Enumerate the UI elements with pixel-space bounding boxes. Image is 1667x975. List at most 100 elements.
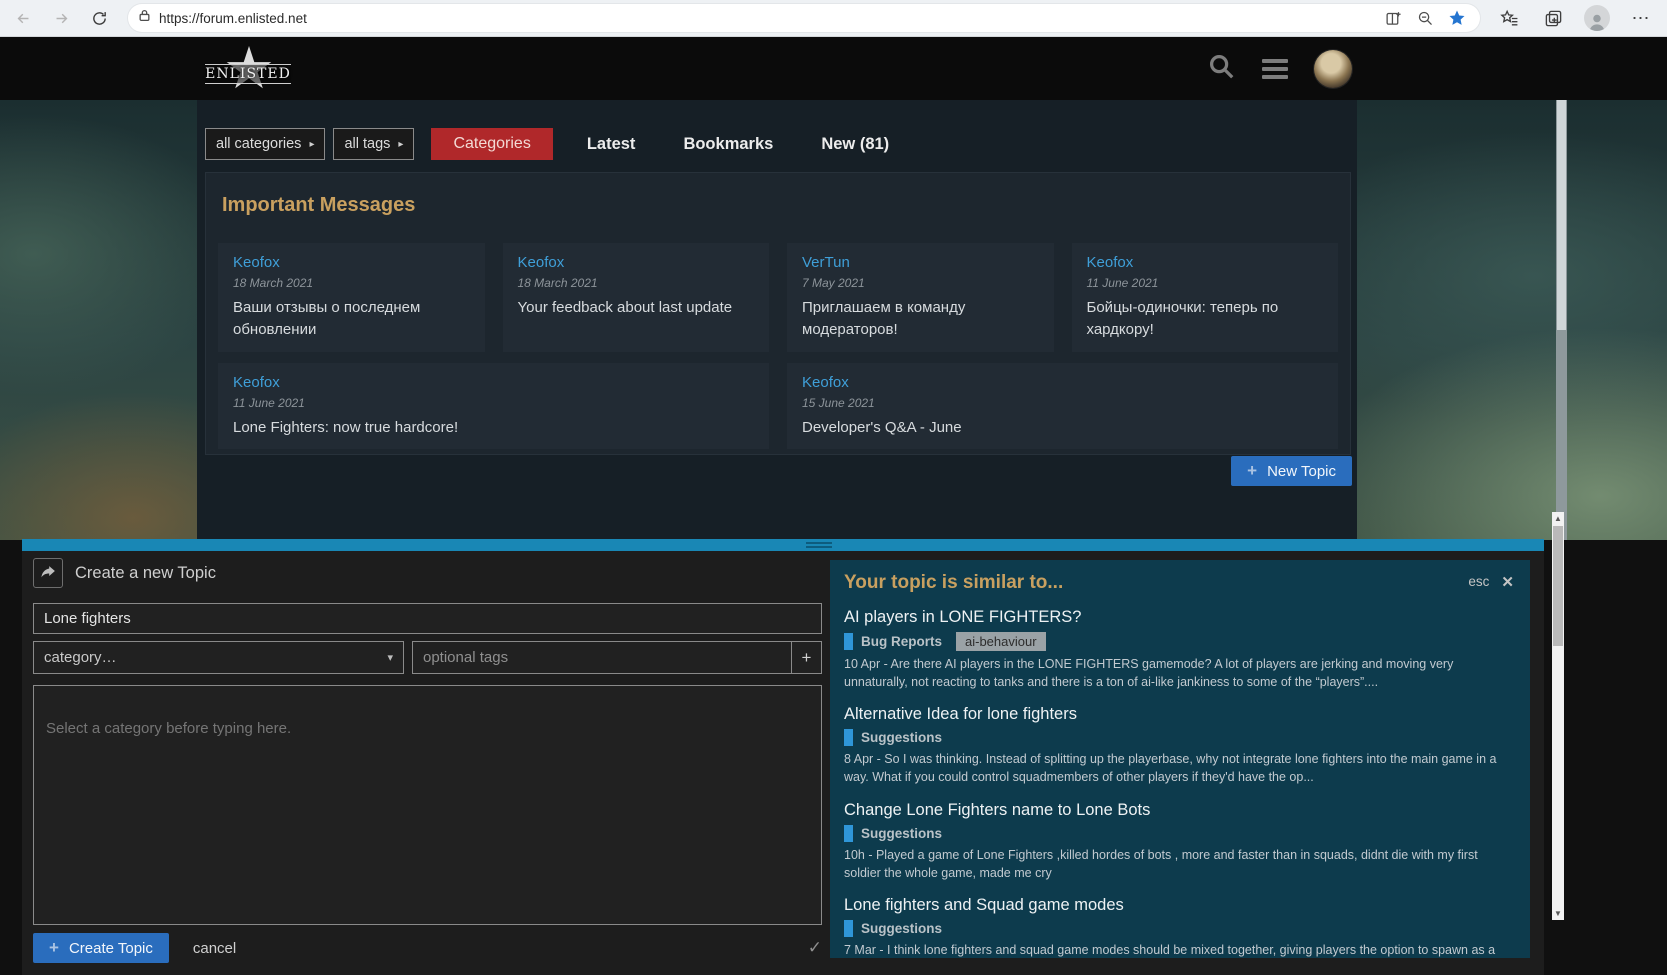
topic-card[interactable]: Keofox 11 June 2021 Lone Fighters: now t… (218, 363, 769, 450)
similar-topic[interactable]: Lone fighters and Squad game modes Sugge… (844, 896, 1514, 958)
drag-handle-icon[interactable] (806, 542, 832, 548)
scroll-down-icon[interactable]: ▼ (1554, 907, 1562, 920)
all-tags-dropdown[interactable]: all tags ▸ (333, 128, 414, 160)
all-tags-label: all tags (344, 136, 390, 152)
topic-author-link[interactable]: VerTun (802, 254, 1039, 271)
url-text[interactable]: https://forum.enlisted.net (159, 11, 1374, 26)
topic-author-link[interactable]: Keofox (1087, 254, 1324, 271)
menu-icon[interactable] (1262, 55, 1288, 83)
topic-title-link[interactable]: Бойцы-одиночки: теперь по хардкору! (1087, 297, 1324, 341)
category-placeholder: category… (44, 649, 117, 666)
tab-latest[interactable]: Latest (563, 135, 660, 154)
forum-nav: all categories ▸ all tags ▸ Categories L… (205, 128, 913, 160)
favorites-icon[interactable] (1494, 3, 1524, 33)
similar-topic-title[interactable]: Change Lone Fighters name to Lone Bots (844, 801, 1514, 820)
esc-hint: esc (1468, 572, 1489, 589)
topic-card[interactable]: Keofox 11 June 2021 Бойцы-одиночки: тепе… (1072, 243, 1339, 352)
topic-excerpt: 7 Mar - I think lone fighters and squad … (844, 941, 1514, 958)
new-topic-label: New Topic (1267, 463, 1336, 480)
cancel-link[interactable]: cancel (193, 940, 236, 957)
user-avatar[interactable] (1314, 50, 1352, 88)
tags-placeholder: optional tags (423, 649, 508, 666)
topic-date: 18 March 2021 (233, 276, 470, 290)
similar-topic[interactable]: Alternative Idea for lone fighters Sugge… (844, 705, 1514, 786)
similar-scrollbar[interactable]: ▲ ▼ (1552, 512, 1564, 920)
browser-menu-icon[interactable]: ⋯ (1626, 3, 1656, 33)
similar-topic[interactable]: AI players in LONE FIGHTERS? Bug Reports… (844, 608, 1514, 691)
important-messages-panel: Important Messages Keofox 18 March 2021 … (205, 172, 1351, 455)
similar-topic-title[interactable]: Alternative Idea for lone fighters (844, 705, 1514, 724)
create-topic-button[interactable]: + Create Topic (33, 933, 169, 963)
topic-card[interactable]: VerTun 7 May 2021 Приглашаем в команду м… (787, 243, 1054, 352)
plus-icon: + (49, 938, 59, 958)
similar-scrollbar-thumb[interactable] (1553, 526, 1563, 646)
topic-excerpt: 10h - Played a game of Lone Fighters ,ki… (844, 846, 1514, 882)
site-header: ★ ENLISTED (0, 37, 1667, 100)
topic-body-textarea[interactable] (33, 685, 822, 925)
topic-tag[interactable]: ai-behaviour (956, 632, 1046, 651)
tab-bookmarks[interactable]: Bookmarks (659, 135, 797, 154)
category-select[interactable]: category… ▾ (33, 641, 404, 674)
topic-title-link[interactable]: Your feedback about last update (518, 297, 755, 319)
topic-card[interactable]: Keofox 18 March 2021 Your feedback about… (503, 243, 770, 352)
topic-title-link[interactable]: Lone Fighters: now true hardcore! (233, 417, 754, 439)
topic-author-link[interactable]: Keofox (233, 254, 470, 271)
bookmark-star-icon[interactable] (1444, 5, 1470, 31)
topic-excerpt: 10 Apr - Are there AI players in the LON… (844, 655, 1514, 691)
category-name[interactable]: Suggestions (861, 730, 942, 745)
tab-categories[interactable]: Categories (431, 128, 552, 160)
logo-text: ENLISTED (205, 64, 291, 84)
tags-input[interactable]: optional tags + (412, 641, 822, 674)
topic-author-link[interactable]: Keofox (518, 254, 755, 271)
search-icon[interactable] (1206, 51, 1236, 86)
topic-title-link[interactable]: Приглашаем в команду модераторов! (802, 297, 1039, 341)
topics-grid: Keofox 18 March 2021 Ваши отзывы о после… (218, 243, 1338, 449)
scroll-up-icon[interactable]: ▲ (1554, 512, 1562, 525)
page-scrollbar-thumb[interactable] (1557, 100, 1566, 330)
topic-date: 11 June 2021 (233, 396, 754, 410)
topic-date: 11 June 2021 (1087, 276, 1324, 290)
topic-title-link[interactable]: Developer's Q&A - June (802, 417, 1323, 439)
category-badge (844, 729, 853, 746)
browser-profile-avatar[interactable] (1582, 3, 1612, 33)
similar-topic[interactable]: Change Lone Fighters name to Lone Bots S… (844, 801, 1514, 882)
draft-saved-check-icon: ✓ (808, 938, 822, 958)
site-logo[interactable]: ★ ENLISTED (205, 42, 291, 98)
add-tag-icon[interactable]: + (791, 642, 821, 673)
tab-new[interactable]: New (81) (797, 135, 913, 154)
category-name[interactable]: Bug Reports (861, 634, 942, 649)
category-badge (844, 825, 853, 842)
forward-icon[interactable] (46, 3, 76, 33)
section-title: Important Messages (222, 194, 1338, 217)
category-badge (844, 920, 853, 937)
similar-topic-title[interactable]: Lone fighters and Squad game modes (844, 896, 1514, 915)
address-bar[interactable]: https://forum.enlisted.net (128, 4, 1480, 32)
composer-grippie[interactable] (22, 539, 1544, 551)
zoom-out-icon[interactable] (1412, 5, 1438, 31)
reply-arrow-icon (33, 558, 63, 588)
topic-author-link[interactable]: Keofox (802, 374, 1323, 391)
plus-icon: + (1247, 461, 1257, 481)
back-icon[interactable] (8, 3, 38, 33)
refresh-icon[interactable] (84, 3, 114, 33)
close-icon[interactable]: ✕ (1501, 572, 1514, 591)
new-topic-button[interactable]: + New Topic (1231, 456, 1352, 486)
topic-card[interactable]: Keofox 15 June 2021 Developer's Q&A - Ju… (787, 363, 1338, 450)
topic-excerpt: 8 Apr - So I was thinking. Instead of sp… (844, 750, 1514, 786)
category-name[interactable]: Suggestions (861, 921, 942, 936)
similar-topic-title[interactable]: AI players in LONE FIGHTERS? (844, 608, 1514, 627)
browser-toolbar: https://forum.enlisted.net ⋯ (0, 0, 1667, 37)
category-name[interactable]: Suggestions (861, 826, 942, 841)
topic-author-link[interactable]: Keofox (233, 374, 754, 391)
chevron-right-icon: ▸ (398, 139, 403, 150)
topic-title-input[interactable] (33, 603, 822, 634)
all-categories-dropdown[interactable]: all categories ▸ (205, 128, 325, 160)
collections-icon[interactable] (1538, 3, 1568, 33)
page-scrollbar[interactable] (1556, 100, 1567, 540)
topic-card[interactable]: Keofox 18 March 2021 Ваши отзывы о после… (218, 243, 485, 352)
all-categories-label: all categories (216, 136, 301, 152)
composer-header: Create a new Topic (75, 564, 216, 583)
topic-date: 15 June 2021 (802, 396, 1323, 410)
split-screen-icon[interactable] (1380, 5, 1406, 31)
topic-title-link[interactable]: Ваши отзывы о последнем обновлении (233, 297, 470, 341)
